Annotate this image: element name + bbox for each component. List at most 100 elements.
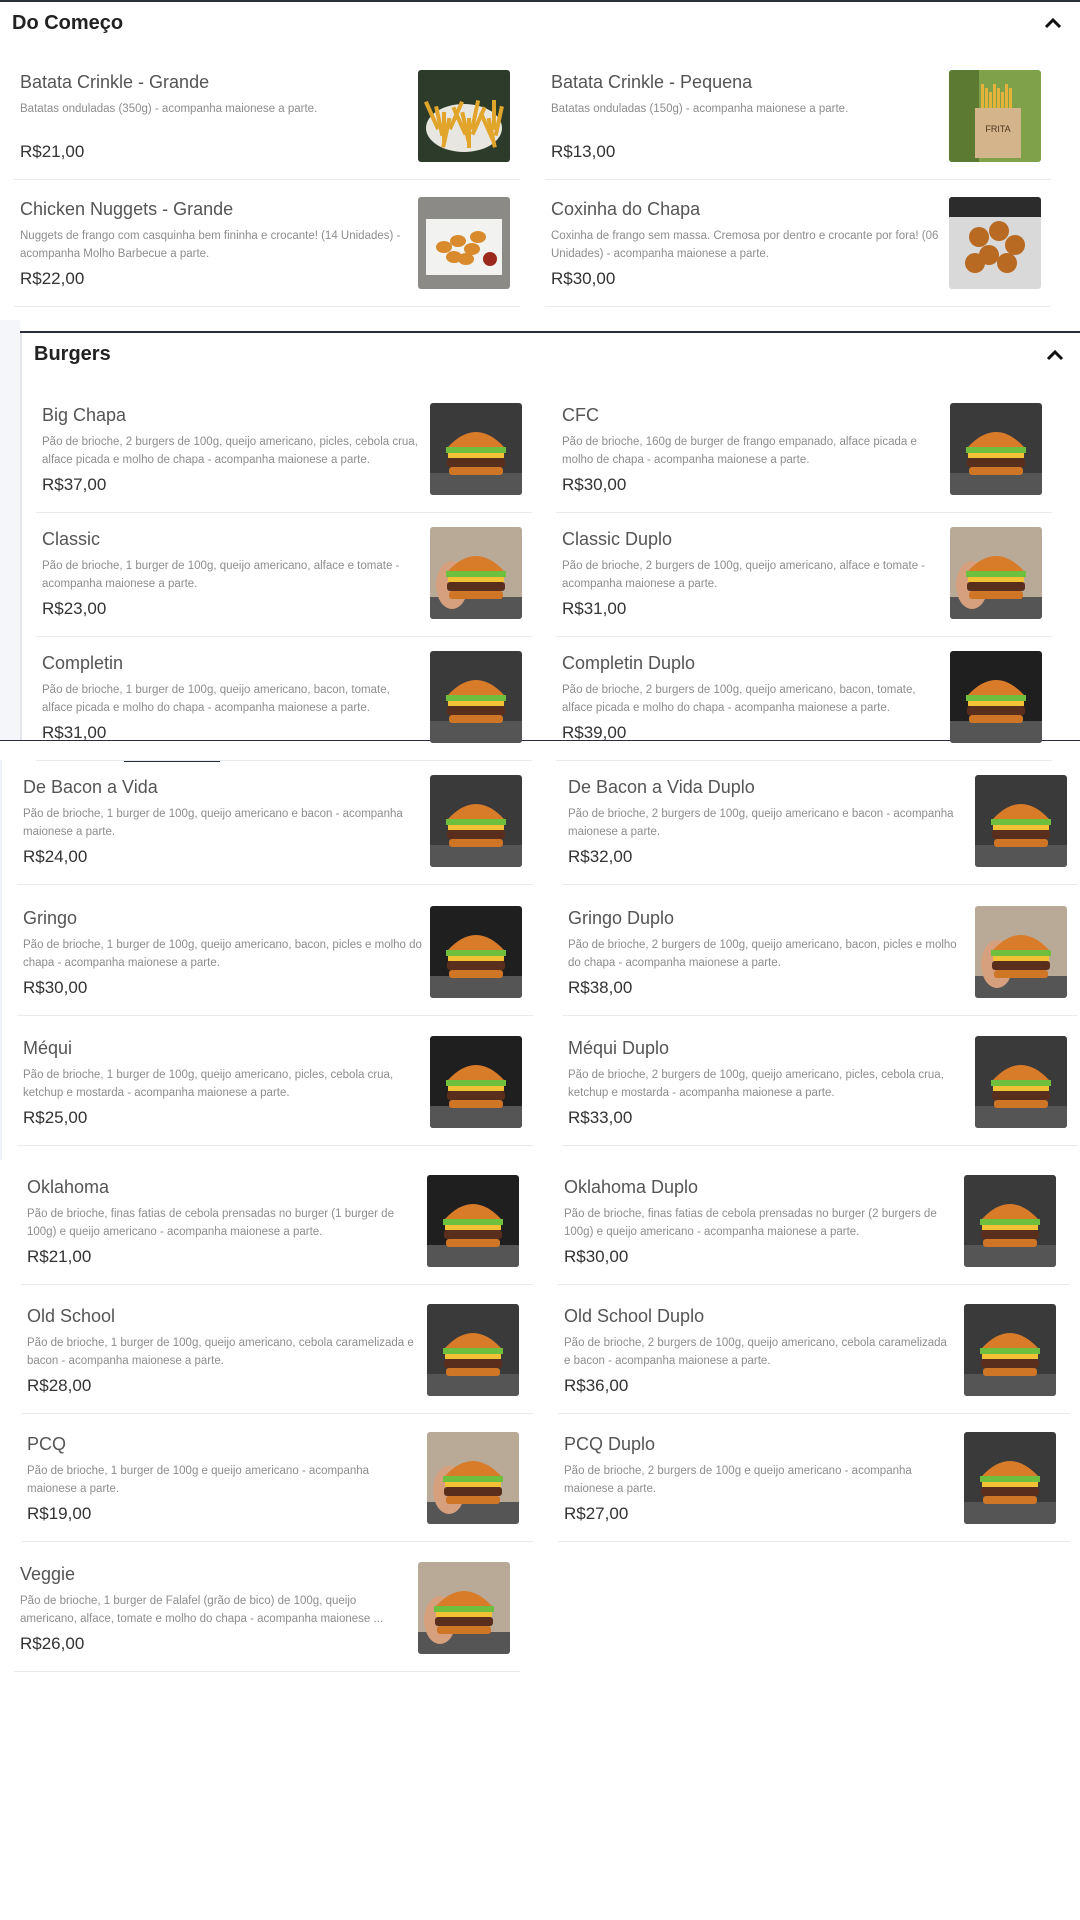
menu-item-photo[interactable]: FRITA bbox=[949, 70, 1041, 162]
menu-item-card[interactable]: Old School Pão de brioche, 1 burger de 10… bbox=[21, 1304, 533, 1414]
menu-item-card[interactable]: Gringo Pão de brioche, 1 burger de 100g, … bbox=[17, 906, 533, 1016]
menu-item-card[interactable]: De Bacon a Vida Pão de brioche, 1 burger … bbox=[17, 775, 533, 885]
menu-item-card[interactable]: Classic Pão de brioche, 1 burger de 100g,… bbox=[36, 527, 532, 637]
menu-item-photo[interactable] bbox=[430, 906, 522, 998]
menu-item-description: Nuggets de frango com casquinha bem fini… bbox=[20, 230, 401, 260]
menu-item-description: Pão de brioche, 1 burger de 100g, queijo… bbox=[23, 1069, 394, 1099]
menu-item-photo[interactable] bbox=[964, 1432, 1056, 1524]
menu-item-photo[interactable] bbox=[975, 775, 1067, 867]
menu-item-description: Pão de brioche, 160g de burger de frango… bbox=[562, 436, 917, 466]
menu-item-price: R$31,00 bbox=[42, 723, 107, 742]
menu-item-card[interactable]: De Bacon a Vida Duplo Pão de brioche, 2 b… bbox=[562, 775, 1078, 885]
menu-item-photo[interactable] bbox=[950, 403, 1042, 495]
menu-item-name: Chicken Nuggets - Grande bbox=[20, 199, 234, 219]
menu-item-description: Pão de brioche, 2 burgers de 100g e quei… bbox=[564, 1465, 912, 1495]
menu-item-description: Pão de brioche, 1 burger de 100g e queij… bbox=[27, 1465, 370, 1495]
menu-item-price: R$33,00 bbox=[568, 1108, 633, 1127]
svg-text:FRITA: FRITA bbox=[985, 124, 1010, 134]
menu-item-card[interactable]: CFC Pão de brioche, 160g de burger de fra… bbox=[556, 403, 1052, 513]
menu-item-name: PCQ bbox=[27, 1434, 67, 1454]
menu-item-card[interactable]: Méqui Pão de brioche, 1 burger de 100g, q… bbox=[17, 1036, 533, 1146]
menu-item-price: R$36,00 bbox=[564, 1376, 629, 1395]
burgers-left-border bbox=[20, 333, 22, 740]
burgers-top-border bbox=[20, 331, 1080, 333]
menu-item-photo[interactable] bbox=[418, 1562, 510, 1654]
menu-item-photo[interactable] bbox=[430, 403, 522, 495]
menu-item-card[interactable]: Big Chapa Pão de brioche, 2 burgers de 10… bbox=[36, 403, 532, 513]
menu-item-name: Veggie bbox=[20, 1564, 76, 1584]
menu-item-price: R$23,00 bbox=[42, 599, 107, 618]
menu-item-price: R$31,00 bbox=[562, 599, 627, 618]
menu-item-card[interactable]: Batata Crinkle - Grande Batatas onduladas… bbox=[14, 70, 520, 180]
menu-item-description: Pão de brioche, 1 burger de 100g, queijo… bbox=[23, 939, 422, 969]
menu-item-photo[interactable] bbox=[964, 1304, 1056, 1396]
menu-item-description: Pão de brioche, 2 burgers de 100g, queij… bbox=[568, 1069, 944, 1099]
menu-item-card[interactable]: Chicken Nuggets - Grande Nuggets de frang… bbox=[14, 197, 520, 307]
menu-item-name: Batata Crinkle - Pequena bbox=[551, 72, 753, 92]
menu-item-price: R$38,00 bbox=[568, 978, 633, 997]
menu-item-card[interactable]: Completin Duplo Pão de brioche, 2 burgers… bbox=[556, 651, 1052, 761]
menu-item-name: Big Chapa bbox=[42, 405, 127, 425]
menu-item-card[interactable]: PCQ Pão de brioche, 1 burger de 100g e qu… bbox=[21, 1432, 533, 1542]
menu-item-card[interactable]: Méqui Duplo Pão de brioche, 2 burgers de … bbox=[562, 1036, 1078, 1146]
menu-item-card[interactable]: PCQ Duplo Pão de brioche, 2 burgers de 10… bbox=[558, 1432, 1070, 1542]
menu-item-price: R$21,00 bbox=[20, 142, 85, 161]
menu-item-photo[interactable] bbox=[430, 527, 522, 619]
menu-item-description: Coxinha de frango sem massa. Cremosa por… bbox=[551, 230, 939, 260]
section-top-border bbox=[0, 0, 1080, 2]
menu-item-description: Pão de brioche, finas fatias de cebola p… bbox=[564, 1208, 937, 1238]
menu-item-photo[interactable] bbox=[950, 651, 1042, 743]
menu-item-name: Completin bbox=[42, 653, 124, 673]
menu-item-photo[interactable] bbox=[427, 1432, 519, 1524]
menu-item-card[interactable]: Gringo Duplo Pão de brioche, 2 burgers de… bbox=[562, 906, 1078, 1016]
section-title-burgers: Burgers bbox=[34, 343, 111, 365]
menu-item-price: R$24,00 bbox=[23, 847, 88, 866]
menu-item-price: R$26,00 bbox=[20, 1634, 85, 1653]
menu-item-description: Batatas onduladas (350g) - acompanha mai… bbox=[20, 103, 318, 115]
menu-item-photo[interactable] bbox=[975, 906, 1067, 998]
menu-item-photo[interactable] bbox=[418, 197, 510, 289]
menu-item-card[interactable]: Old School Duplo Pão de brioche, 2 burger… bbox=[558, 1304, 1070, 1414]
menu-item-description: Pão de brioche, 2 burgers de 100g, queij… bbox=[42, 436, 418, 466]
menu-item-photo[interactable] bbox=[418, 70, 510, 162]
menu-item-name: Classic bbox=[42, 529, 101, 549]
menu-item-photo[interactable] bbox=[427, 1175, 519, 1267]
menu-item-card[interactable]: Oklahoma Pão de brioche, finas fatias de … bbox=[21, 1175, 533, 1285]
menu-item-price: R$32,00 bbox=[568, 847, 633, 866]
menu-item-description: Pão de brioche, 1 burger de 100g, queijo… bbox=[42, 684, 390, 714]
menu-item-card[interactable]: Veggie Pão de brioche, 1 burger de Falafe… bbox=[14, 1562, 520, 1672]
left-gutter-line bbox=[0, 760, 2, 1160]
chevron-up-icon bbox=[1046, 349, 1064, 361]
menu-item-name: Oklahoma bbox=[27, 1177, 110, 1197]
menu-item-description: Pão de brioche, 2 burgers de 100g, queij… bbox=[568, 808, 954, 838]
menu-item-photo[interactable] bbox=[950, 527, 1042, 619]
menu-item-photo[interactable] bbox=[430, 1036, 522, 1128]
chevron-up-icon bbox=[1044, 17, 1062, 29]
menu-item-price: R$30,00 bbox=[564, 1247, 629, 1266]
menu-item-card[interactable]: Classic Duplo Pão de brioche, 2 burgers d… bbox=[556, 527, 1052, 637]
menu-item-name: Classic Duplo bbox=[562, 529, 673, 549]
menu-item-photo[interactable] bbox=[430, 775, 522, 867]
menu-item-photo[interactable] bbox=[964, 1175, 1056, 1267]
menu-item-card[interactable]: Coxinha do Chapa Coxinha de frango sem ma… bbox=[545, 197, 1051, 307]
collapse-do-comeco-button[interactable] bbox=[1044, 16, 1062, 34]
menu-item-price: R$39,00 bbox=[562, 723, 627, 742]
menu-item-price: R$27,00 bbox=[564, 1504, 629, 1523]
menu-item-description: Pão de brioche, 1 burger de 100g, queijo… bbox=[23, 808, 403, 838]
menu-item-name: Completin Duplo bbox=[562, 653, 696, 673]
menu-item-photo[interactable] bbox=[949, 197, 1041, 289]
menu-item-photo[interactable] bbox=[975, 1036, 1067, 1128]
menu-item-description: Pão de brioche, 1 burger de 100g, queijo… bbox=[42, 560, 400, 590]
menu-item-photo[interactable] bbox=[430, 651, 522, 743]
menu-item-photo[interactable] bbox=[427, 1304, 519, 1396]
burgers-panel-gutter bbox=[0, 320, 20, 740]
menu-item-price: R$25,00 bbox=[23, 1108, 88, 1127]
menu-item-name: Méqui Duplo bbox=[568, 1038, 670, 1058]
menu-item-card[interactable]: Batata Crinkle - Pequena Batatas ondulada… bbox=[545, 70, 1051, 180]
menu-item-card[interactable]: Oklahoma Duplo Pão de brioche, finas fati… bbox=[558, 1175, 1070, 1285]
menu-item-card[interactable]: Completin Pão de brioche, 1 burger de 100… bbox=[36, 651, 532, 761]
menu-item-price: R$28,00 bbox=[27, 1376, 92, 1395]
menu-item-price: R$30,00 bbox=[562, 475, 627, 494]
collapse-burgers-button[interactable] bbox=[1046, 348, 1064, 366]
menu-item-name: CFC bbox=[562, 405, 599, 425]
